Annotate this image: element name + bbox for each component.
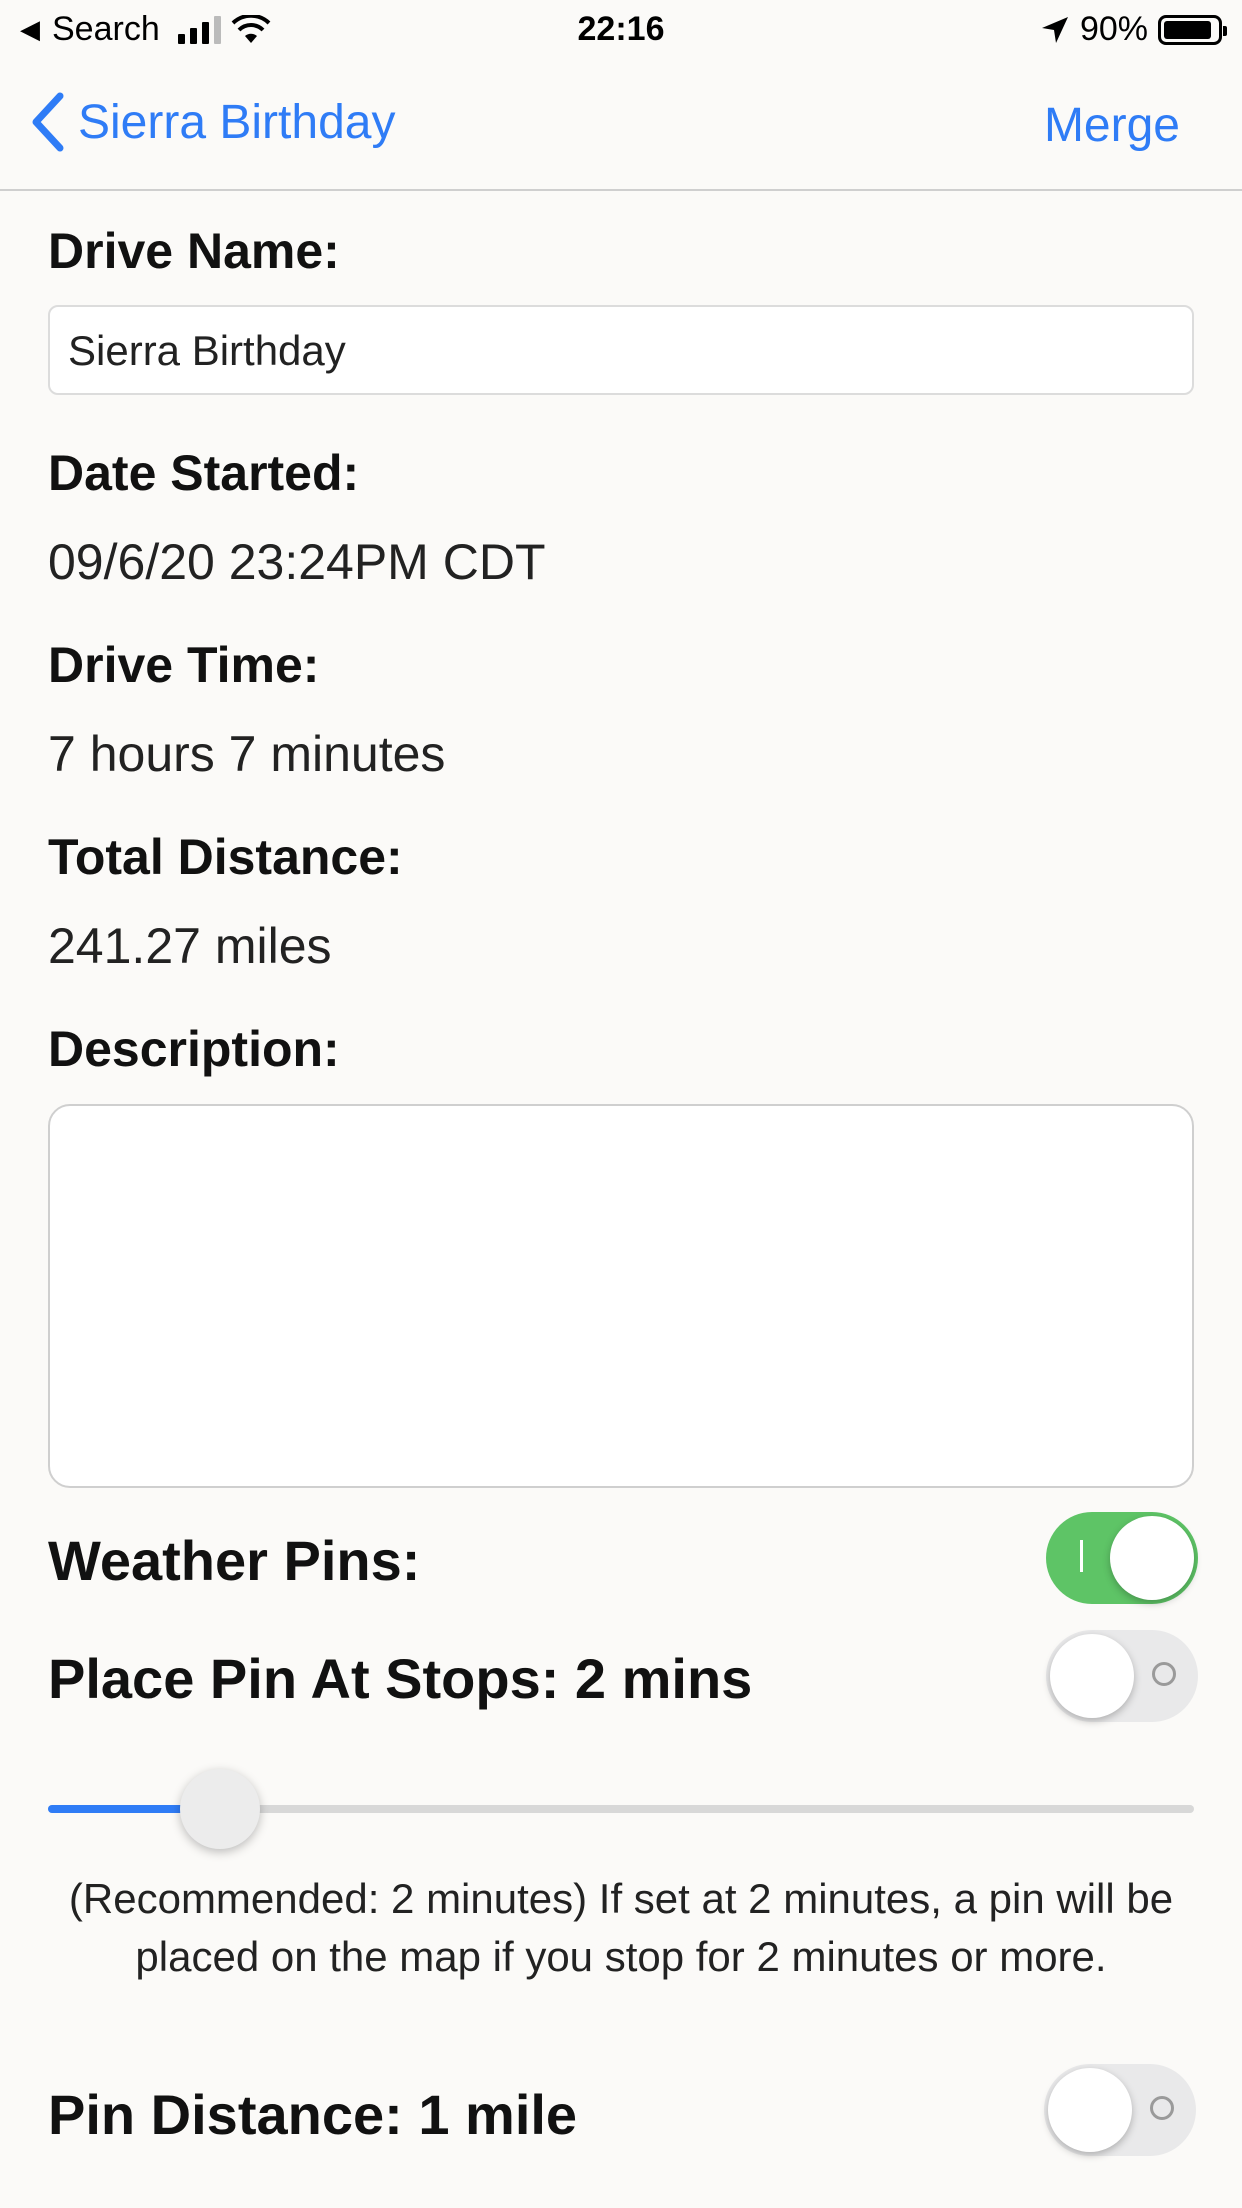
back-button[interactable]: Sierra Birthday — [30, 92, 395, 152]
slider-thumb[interactable] — [179, 1769, 260, 1849]
toggle-knob — [1110, 1516, 1194, 1600]
merge-button[interactable]: Merge — [1044, 98, 1180, 153]
toggle-off-indicator — [1152, 1662, 1176, 1686]
drive-time-label: Drive Time: — [48, 637, 320, 693]
toggle-off-indicator — [1150, 2096, 1174, 2120]
status-right: 90% — [1040, 10, 1227, 49]
drive-time-value: 7 hours 7 minutes — [48, 726, 446, 782]
drive-name-label: Drive Name: — [48, 223, 340, 279]
chevron-left-icon — [32, 92, 64, 152]
toggle-knob — [1048, 2068, 1132, 2152]
toggle-knob — [1050, 1634, 1134, 1718]
description-label: Description: — [48, 1021, 340, 1077]
weather-pins-label: Weather Pins: — [48, 1529, 421, 1592]
status-bar: ◀ Search 22:16 90% — [0, 0, 1242, 62]
back-button-label: Sierra Birthday — [78, 95, 396, 149]
navigation-bar: Sierra Birthday Merge — [0, 62, 1242, 191]
total-distance-value: 241.27 miles — [48, 918, 332, 974]
date-started-value: 09/6/20 23:24PM CDT — [48, 534, 546, 590]
battery-icon — [1158, 14, 1227, 45]
pin-distance-label: Pin Distance: 1 mile — [48, 2083, 578, 2146]
place-pin-label: Place Pin At Stops: 2 mins — [48, 1647, 753, 1710]
battery-percent: 90% — [1079, 10, 1148, 48]
description-field[interactable] — [48, 1104, 1194, 1488]
place-pin-toggle[interactable] — [1046, 1630, 1198, 1722]
location-arrow-icon — [1041, 16, 1068, 43]
date-started-label: Date Started: — [48, 445, 360, 501]
toggle-on-indicator — [1080, 1540, 1083, 1572]
recommendation-note: (Recommended: 2 minutes) If set at 2 min… — [68, 1875, 1174, 1980]
battery-fill — [1164, 20, 1211, 39]
weather-pins-toggle[interactable] — [1046, 1512, 1198, 1604]
pin-distance-toggle[interactable] — [1044, 2064, 1196, 2156]
total-distance-label: Total Distance: — [48, 829, 403, 885]
stop-duration-slider[interactable] — [48, 1768, 1194, 1849]
drive-name-field[interactable]: Sierra Birthday — [48, 305, 1194, 395]
